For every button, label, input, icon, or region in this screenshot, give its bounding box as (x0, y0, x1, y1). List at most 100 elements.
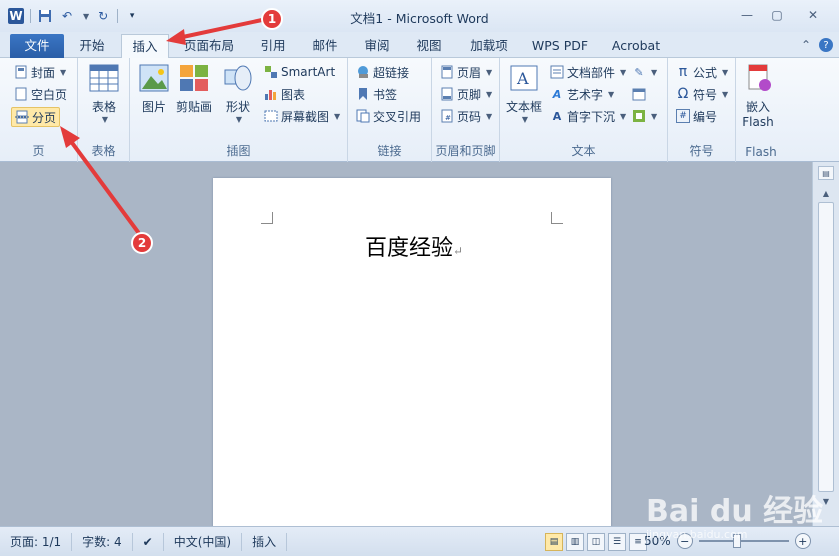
status-mode[interactable]: 插入 (242, 532, 288, 551)
blank-page-button[interactable]: 空白页 (14, 84, 67, 104)
chevron-down-icon: ▼ (60, 67, 67, 77)
view-buttons: ▤ ▥ ◫ ☰ ≡ (545, 533, 647, 551)
group-symbols: π 公式 ▼ Ω 符号 ▼ # 编号 符号 (668, 58, 736, 162)
minimize-ribbon-icon[interactable]: ⌃ (801, 38, 811, 52)
group-flash: 嵌入 Flash Flash (736, 58, 786, 162)
tab-references[interactable]: 引用 (250, 34, 296, 58)
chart-button[interactable]: 图表 (264, 84, 305, 104)
group-label-table: 表格 (91, 144, 116, 158)
symbol-button[interactable]: Ω 符号 ▼ (676, 84, 729, 104)
table-button[interactable]: 表格 ▼ (88, 62, 120, 124)
undo-dropdown-icon[interactable]: ▼ (83, 12, 89, 21)
wordart-button[interactable]: A 艺术字 ▼ (550, 84, 614, 104)
table-icon (88, 62, 120, 94)
scrollbar-thumb[interactable] (818, 202, 834, 492)
tab-page-layout[interactable]: 页面布局 (174, 34, 244, 58)
group-links: 超链接 书签 交叉引用 链接 (348, 58, 432, 162)
smartart-button[interactable]: SmartArt (264, 62, 335, 82)
undo-icon[interactable]: ↶ (59, 8, 75, 24)
tab-home[interactable]: 开始 (68, 34, 116, 58)
blank-page-icon (14, 87, 28, 101)
annotation-badge-2: 2 (131, 232, 153, 254)
cover-page-button[interactable]: 封面 ▼ (14, 62, 66, 82)
proofing-icon[interactable]: ✔ (133, 532, 164, 551)
quick-access-toolbar: W ↶ ▼ ↻ ▾ (0, 8, 140, 24)
svg-text:#: # (445, 114, 451, 122)
chevron-down-icon: ▼ (235, 115, 243, 124)
customize-qat-icon[interactable]: ▾ (124, 8, 140, 24)
footer-button[interactable]: 页脚 ▼ (440, 84, 492, 104)
minimize-icon[interactable]: — (733, 6, 761, 24)
ruler-toggle-icon[interactable]: ▤ (818, 166, 834, 180)
status-word-count[interactable]: 字数: 4 (72, 532, 133, 551)
quick-parts-button[interactable]: 文档部件 ▼ (550, 62, 626, 82)
chevron-down-icon: ▼ (608, 89, 615, 99)
vertical-scrollbar[interactable]: ▤ ▲ ▼ (812, 162, 839, 526)
tab-wps-pdf[interactable]: WPS PDF (524, 34, 596, 58)
picture-button[interactable]: 图片 (138, 62, 170, 115)
object-button[interactable]: ▼ (632, 106, 657, 126)
chevron-down-icon: ▼ (722, 89, 729, 99)
header-button[interactable]: 页眉 ▼ (440, 62, 492, 82)
chevron-down-icon: ▼ (101, 115, 109, 124)
screenshot-button[interactable]: 屏幕截图 ▼ (264, 106, 340, 126)
clipart-button[interactable]: 剪贴画 (176, 62, 212, 115)
document-text[interactable]: 百度经验↵ (365, 230, 463, 262)
group-table: 表格 ▼ 表格 (78, 58, 130, 162)
margin-corner-mark (551, 212, 563, 224)
drop-cap-button[interactable]: A 首字下沉 ▼ (550, 106, 626, 126)
outline-icon[interactable]: ☰ (608, 533, 626, 551)
number-icon: # (676, 109, 690, 123)
full-screen-reading-icon[interactable]: ▥ (566, 533, 584, 551)
page-break-button[interactable]: 分页 (11, 107, 61, 127)
document-area[interactable]: 百度经验↵ (0, 162, 812, 538)
tab-file[interactable]: 文件 (10, 34, 64, 58)
chevron-down-icon: ▼ (486, 111, 493, 121)
close-icon[interactable]: ✕ (793, 6, 833, 24)
scroll-up-icon[interactable]: ▲ (818, 186, 834, 200)
qat-separator (117, 9, 119, 23)
paragraph-mark: ↵ (453, 244, 464, 258)
help-icon[interactable]: ? (819, 38, 833, 52)
date-time-button[interactable] (632, 84, 646, 104)
textbox-button[interactable]: A 文本框 ▼ (506, 62, 542, 124)
chevron-down-icon: ▼ (620, 67, 627, 77)
page-number-button[interactable]: # 页码 ▼ (440, 106, 492, 126)
tab-addins[interactable]: 加载项 (460, 34, 518, 58)
tab-mailings[interactable]: 邮件 (302, 34, 348, 58)
word-logo-icon[interactable]: W (8, 8, 24, 24)
embed-flash-button[interactable]: 嵌入 Flash (742, 62, 774, 129)
signature-line-button[interactable]: ✎ ▼ (632, 62, 657, 82)
tab-right-controls: ⌃ ? (801, 38, 833, 52)
textbox-icon: A (508, 62, 540, 94)
save-icon[interactable] (37, 8, 53, 24)
clipart-icon (178, 62, 210, 94)
bookmark-button[interactable]: 书签 (356, 84, 397, 104)
number-button[interactable]: # 编号 (676, 106, 717, 126)
hyperlink-button[interactable]: 超链接 (356, 62, 409, 82)
chevron-down-icon: ▼ (521, 115, 529, 124)
shapes-button[interactable]: 形状 ▼ (222, 62, 254, 124)
group-page: 封面 ▼ 空白页 分页 页 (0, 58, 78, 162)
date-time-icon (632, 87, 646, 101)
qat-separator (30, 9, 31, 23)
ribbon-tabs: 文件 开始 插入 页面布局 引用 邮件 审阅 视图 加载项 WPS PDF Ac… (0, 32, 839, 59)
status-page[interactable]: 页面: 1/1 (0, 532, 73, 551)
cross-reference-button[interactable]: 交叉引用 (356, 106, 421, 126)
status-language[interactable]: 中文(中国) (164, 532, 243, 551)
smartart-icon (264, 65, 278, 79)
chevron-down-icon: ▼ (722, 67, 729, 77)
document-page[interactable]: 百度经验↵ (213, 178, 611, 538)
restore-icon[interactable]: ▢ (763, 6, 791, 24)
equation-button[interactable]: π 公式 ▼ (676, 62, 728, 82)
header-icon (440, 65, 454, 79)
print-layout-icon[interactable]: ▤ (545, 533, 563, 551)
tab-acrobat[interactable]: Acrobat (604, 34, 668, 58)
web-layout-icon[interactable]: ◫ (587, 533, 605, 551)
tab-view[interactable]: 视图 (406, 34, 452, 58)
tab-review[interactable]: 审阅 (354, 34, 400, 58)
chevron-down-icon: ▼ (651, 67, 658, 77)
tab-insert[interactable]: 插入 (121, 34, 169, 59)
redo-icon[interactable]: ↻ (95, 8, 111, 24)
hyperlink-icon (356, 65, 370, 79)
